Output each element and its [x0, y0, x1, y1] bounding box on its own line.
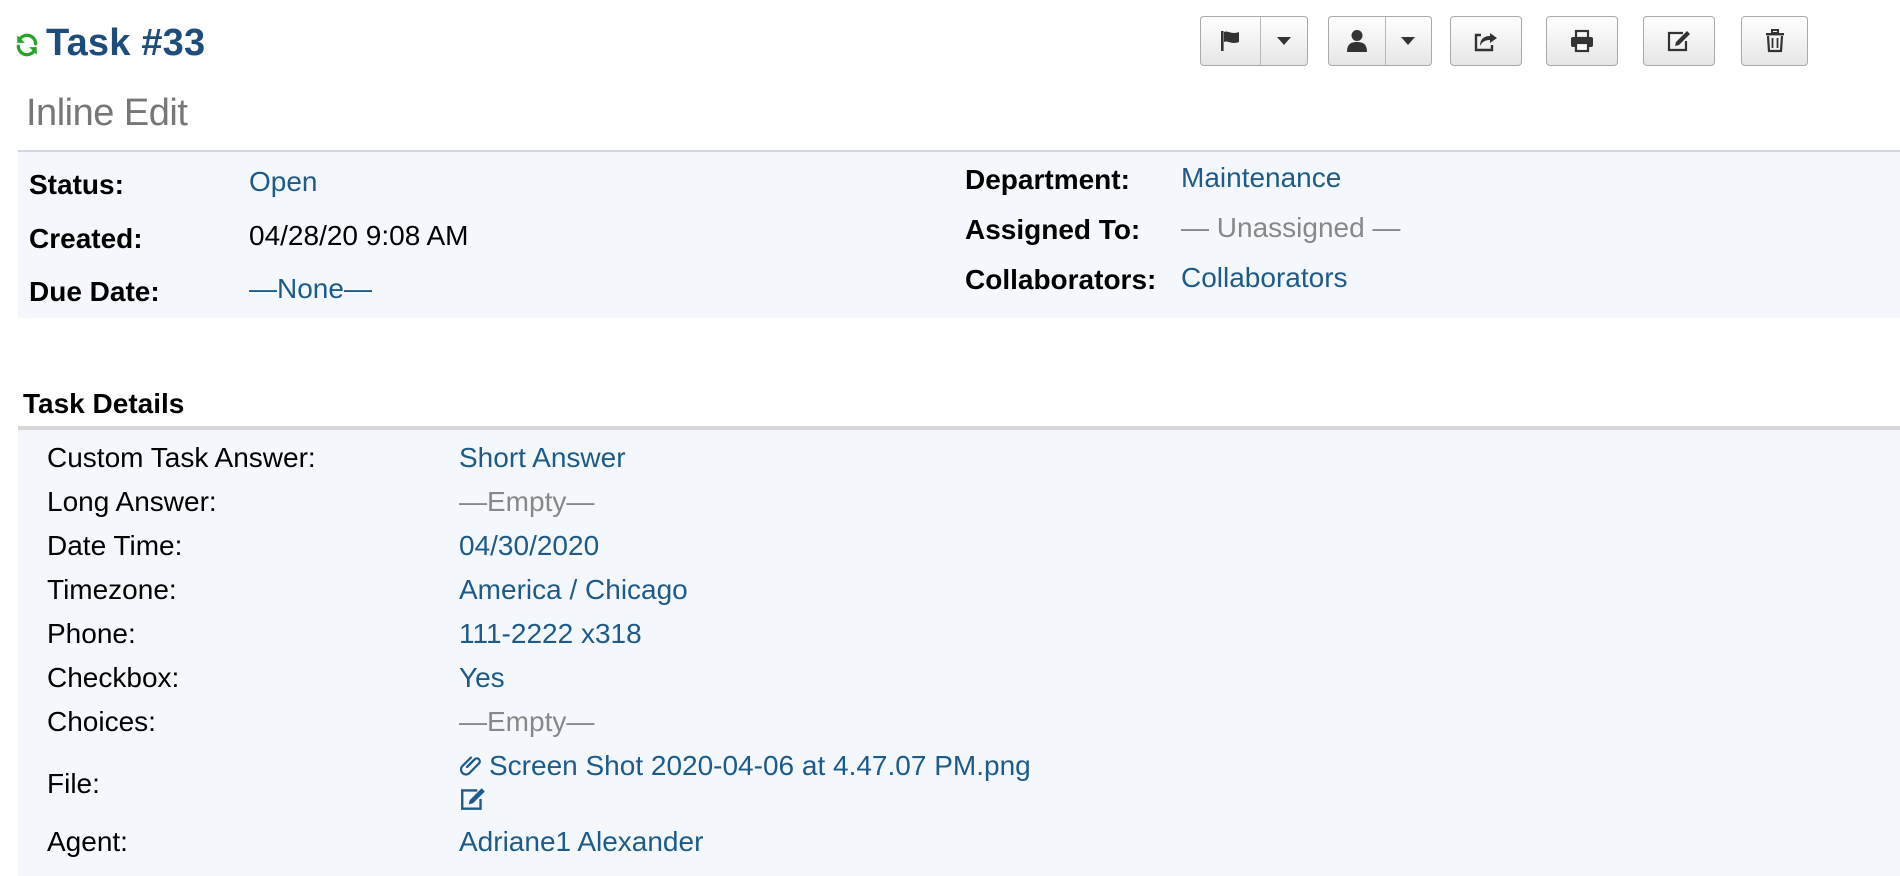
task-details-heading: Task Details [23, 388, 185, 419]
field-label: Choices: [47, 706, 156, 737]
department-value[interactable]: Maintenance [1181, 162, 1341, 193]
due-date-label: Due Date: [29, 276, 160, 307]
task-details-panel: Custom Task Answer: Short Answer Long An… [18, 430, 1900, 876]
edit-icon [1667, 31, 1690, 52]
flag-split-button [1200, 16, 1308, 66]
collaborators-row: Collaborators: [965, 262, 1156, 298]
share-icon [1474, 33, 1497, 52]
print-icon [1571, 29, 1593, 53]
field-value[interactable]: 04/30/2020 [459, 528, 599, 564]
assign-dropdown-button[interactable] [1384, 17, 1431, 65]
assign-button[interactable] [1329, 17, 1385, 65]
field-label: Long Answer: [47, 486, 217, 517]
created-row: Created: [29, 221, 143, 257]
edit-file-icon[interactable] [459, 786, 487, 814]
status-row: Status: [29, 167, 124, 203]
assigned-value[interactable]: — Unassigned — [1181, 212, 1400, 243]
field-label: Date Time: [47, 530, 183, 561]
field-value[interactable]: Yes [459, 660, 505, 696]
field-value[interactable]: —Empty— [459, 704, 594, 740]
status-value[interactable]: Open [249, 166, 318, 197]
assign-split-button [1328, 16, 1432, 66]
field-value[interactable]: America / Chicago [459, 572, 688, 608]
delete-button[interactable] [1741, 16, 1808, 66]
field-value[interactable]: Adriane1 Alexander [459, 824, 703, 860]
task-toolbar [1200, 16, 1900, 68]
assigned-label: Assigned To: [965, 214, 1141, 245]
field-value[interactable]: Short Answer [459, 440, 626, 476]
assigned-row: Assigned To: [965, 212, 1140, 248]
field-label: File: [47, 768, 100, 799]
task-page: Task #33 Inline Edit Status: Open Create… [0, 0, 1900, 876]
field-label: Phone: [47, 618, 136, 649]
department-row: Department: [965, 162, 1130, 198]
print-button[interactable] [1546, 16, 1618, 66]
paperclip-icon [459, 750, 483, 786]
page-subtitle: Inline Edit [26, 92, 188, 134]
due-date-row: Due Date: [29, 274, 160, 310]
field-value[interactable]: 111-2222 x318 [459, 616, 642, 652]
created-value: 04/28/20 9:08 AM [249, 220, 469, 251]
collaborators-label: Collaborators: [965, 264, 1157, 295]
department-label: Department: [965, 164, 1130, 195]
status-label: Status: [29, 169, 124, 200]
caret-down-icon [1401, 37, 1416, 45]
flag-icon [1221, 31, 1240, 51]
collaborators-value[interactable]: Collaborators [1181, 262, 1348, 293]
page-title: Task #33 [46, 21, 206, 64]
caret-down-icon [1276, 37, 1291, 45]
field-label: Timezone: [47, 574, 177, 605]
refresh-icon[interactable] [14, 32, 40, 58]
edit-button[interactable] [1643, 16, 1715, 66]
field-value[interactable]: —Empty— [459, 484, 594, 520]
field-label: Checkbox: [47, 662, 180, 693]
transfer-button[interactable] [1450, 16, 1522, 66]
created-label: Created: [29, 223, 143, 254]
field-label: Agent: [47, 826, 128, 857]
due-date-value[interactable]: —None— [249, 273, 372, 304]
file-attachment-link[interactable]: Screen Shot 2020-04-06 at 4.47.07 PM.png [459, 748, 1031, 784]
file-name[interactable]: Screen Shot 2020-04-06 at 4.47.07 PM.png [489, 750, 1031, 781]
flag-dropdown-button[interactable] [1259, 17, 1307, 65]
flag-button[interactable] [1201, 17, 1260, 65]
trash-icon [1765, 29, 1784, 53]
task-info-panel: Status: Open Created: 04/28/20 9:08 AM D… [18, 150, 1900, 318]
task-header: Task #33 [14, 14, 205, 72]
user-icon [1346, 30, 1367, 52]
field-label: Custom Task Answer: [47, 442, 316, 473]
